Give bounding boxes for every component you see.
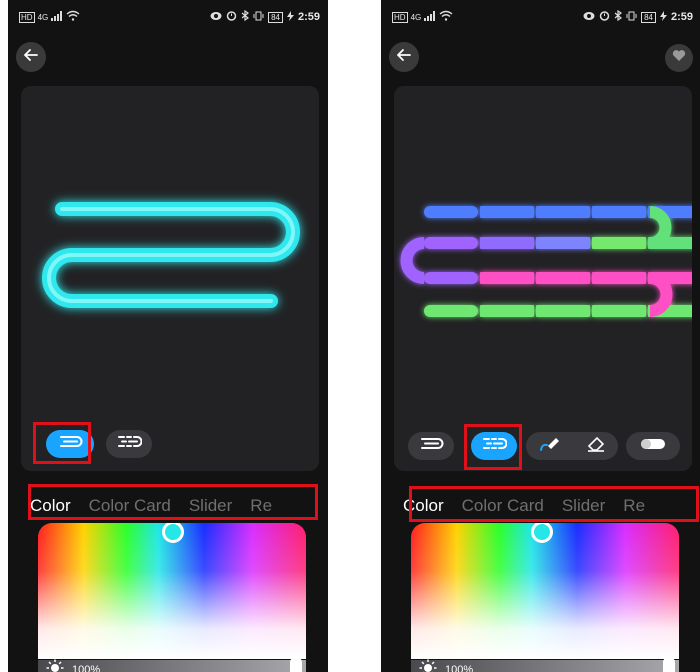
strip-segment[interactable]	[536, 305, 590, 317]
color-picker-handle[interactable]	[162, 523, 184, 543]
color-picker[interactable]	[38, 523, 306, 659]
paint-brush-icon[interactable]	[539, 435, 561, 458]
back-button[interactable]	[389, 42, 419, 72]
back-button[interactable]	[16, 42, 46, 72]
status-time: 2:59	[297, 11, 320, 23]
strip-preview	[394, 86, 692, 471]
charging-icon	[659, 10, 667, 24]
multi-segment-mode-button[interactable]	[106, 430, 152, 458]
alarm-icon	[599, 10, 610, 24]
strip-segment[interactable]	[536, 272, 590, 284]
alarm-icon	[226, 10, 237, 24]
sun-icon	[46, 659, 64, 672]
strip-segment[interactable]	[592, 272, 646, 284]
strip-segment[interactable]	[480, 206, 534, 218]
strip-segment[interactable]	[592, 305, 646, 317]
single-segment-mode-button[interactable]	[408, 432, 454, 460]
brightness-thumb[interactable]	[663, 658, 675, 672]
status-time: 2:59	[670, 11, 693, 23]
single-segment-icon	[418, 436, 444, 457]
favorite-button[interactable]	[665, 44, 693, 72]
strip-preview	[21, 86, 319, 471]
heart-icon	[672, 49, 686, 67]
strip-bend-segment[interactable]	[649, 272, 673, 317]
eye-icon	[210, 11, 222, 24]
hd-icon: HD	[19, 11, 35, 23]
phone-screen-left: HD 4G 84 2:59 Color Color Card Slider Re…	[8, 0, 328, 672]
battery-icon: 84	[268, 11, 283, 23]
strip-segment[interactable]	[592, 237, 646, 249]
eraser-icon[interactable]	[586, 435, 606, 458]
toggle-button[interactable]	[626, 432, 680, 460]
strip-bend-segment[interactable]	[400, 237, 425, 284]
status-bar: HD 4G 84 2:59	[381, 0, 700, 34]
strip-segment[interactable]	[536, 237, 590, 249]
vibrate-icon	[253, 11, 264, 24]
strip-segment[interactable]	[536, 206, 590, 218]
color-picker[interactable]	[411, 523, 679, 659]
strip-segment[interactable]	[424, 305, 478, 317]
hd-icon: HD	[392, 11, 408, 23]
strip-segment[interactable]	[480, 237, 534, 249]
strip-segment[interactable]	[424, 237, 478, 249]
color-picker-handle[interactable]	[531, 523, 553, 543]
vibrate-icon	[626, 11, 637, 24]
signal-icon	[424, 10, 436, 24]
toggle-icon	[640, 437, 666, 455]
signal-icon	[51, 10, 63, 24]
arrow-left-icon	[397, 48, 411, 66]
mode-highlight	[33, 422, 91, 464]
brightness-thumb[interactable]	[290, 658, 302, 672]
charging-icon	[286, 10, 294, 24]
led-strip-preview	[42, 202, 300, 308]
paint-eraser-toolbar	[526, 432, 618, 460]
strip-segment[interactable]	[424, 272, 478, 284]
brightness-value: 100%	[72, 664, 101, 672]
battery-level: 84	[268, 11, 283, 23]
strip-segment[interactable]	[480, 272, 534, 284]
tabs-highlight	[28, 484, 318, 520]
multi-segment-icon	[116, 434, 143, 455]
mode-highlight	[464, 424, 522, 470]
led-strip-preview	[400, 206, 692, 317]
network-label: 4G	[410, 12, 422, 22]
sun-icon	[419, 659, 437, 672]
status-bar: HD 4G 84 2:59	[8, 0, 328, 34]
brightness-slider[interactable]: 100%	[411, 658, 679, 672]
battery-icon: 84	[641, 11, 656, 23]
network-label: 4G	[37, 12, 49, 22]
strip-segment[interactable]	[424, 206, 478, 218]
brightness-slider[interactable]: 100%	[38, 658, 306, 672]
strip-bend-segment[interactable]	[649, 206, 672, 249]
strip-segment[interactable]	[480, 305, 534, 317]
brightness-value: 100%	[445, 664, 474, 672]
phone-screen-right: HD 4G 84 2:59 Color Color Card Slider Re…	[381, 0, 700, 672]
strip-segment[interactable]	[592, 206, 646, 218]
battery-level: 84	[641, 11, 656, 23]
bluetooth-icon	[614, 9, 623, 24]
arrow-left-icon	[24, 48, 38, 66]
tabs-highlight	[409, 486, 699, 522]
wifi-icon	[66, 10, 80, 24]
eye-icon	[583, 11, 595, 24]
bluetooth-icon	[241, 9, 250, 24]
wifi-icon	[439, 10, 453, 24]
